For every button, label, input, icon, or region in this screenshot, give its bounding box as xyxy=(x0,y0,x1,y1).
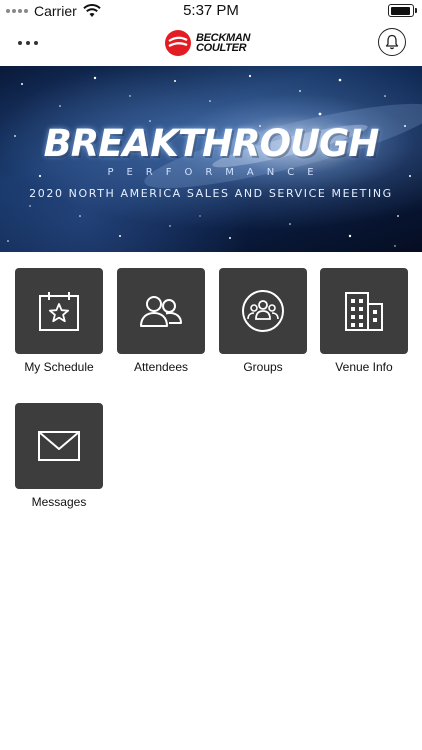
tile-my-schedule-box[interactable] xyxy=(15,268,103,354)
tile-label: Venue Info xyxy=(335,360,393,374)
beckman-coulter-logo: BECKMAN COULTER xyxy=(164,29,250,57)
banner-title: BREAKTHROUGH xyxy=(43,122,380,165)
tile-label: Groups xyxy=(243,360,283,374)
tile-my-schedule[interactable]: My Schedule xyxy=(15,268,103,374)
logo-mark-icon xyxy=(165,30,191,56)
tile-messages[interactable]: Messages xyxy=(15,403,103,509)
status-bar: Carrier 5:37 PM xyxy=(0,0,422,22)
envelope-icon xyxy=(38,431,80,461)
calendar-star-icon xyxy=(39,292,79,331)
notifications-button[interactable] xyxy=(378,28,406,56)
tile-attendees-box[interactable] xyxy=(117,268,205,354)
tile-venue-info-box[interactable] xyxy=(320,268,408,354)
logo-text-line2: COULTER xyxy=(196,42,247,54)
tile-label: Messages xyxy=(31,495,87,509)
more-dots-icon xyxy=(18,41,22,45)
banner-meeting-name: 2020 NORTH AMERICA SALES AND SERVICE MEE… xyxy=(29,187,393,200)
tile-label: Attendees xyxy=(133,360,189,374)
building-icon xyxy=(345,292,383,331)
bell-icon xyxy=(385,34,399,50)
banner-subtitle: PERFORMANCE xyxy=(107,167,327,178)
tile-groups[interactable]: Groups xyxy=(219,268,307,374)
more-menu-button[interactable] xyxy=(18,33,44,53)
tile-messages-box[interactable] xyxy=(15,403,103,489)
tile-venue-info[interactable]: Venue Info xyxy=(320,268,408,374)
people-icon xyxy=(140,296,182,327)
event-banner: BREAKTHROUGH PERFORMANCE 2020 NORTH AMER… xyxy=(0,66,422,252)
group-circle-icon xyxy=(242,290,284,332)
tile-label: My Schedule xyxy=(24,360,94,374)
app-header: BECKMAN COULTER xyxy=(0,22,422,66)
battery-icon xyxy=(388,4,417,17)
status-time: 5:37 PM xyxy=(183,2,239,19)
tile-groups-box[interactable] xyxy=(219,268,307,354)
tile-attendees[interactable]: Attendees xyxy=(117,268,205,374)
